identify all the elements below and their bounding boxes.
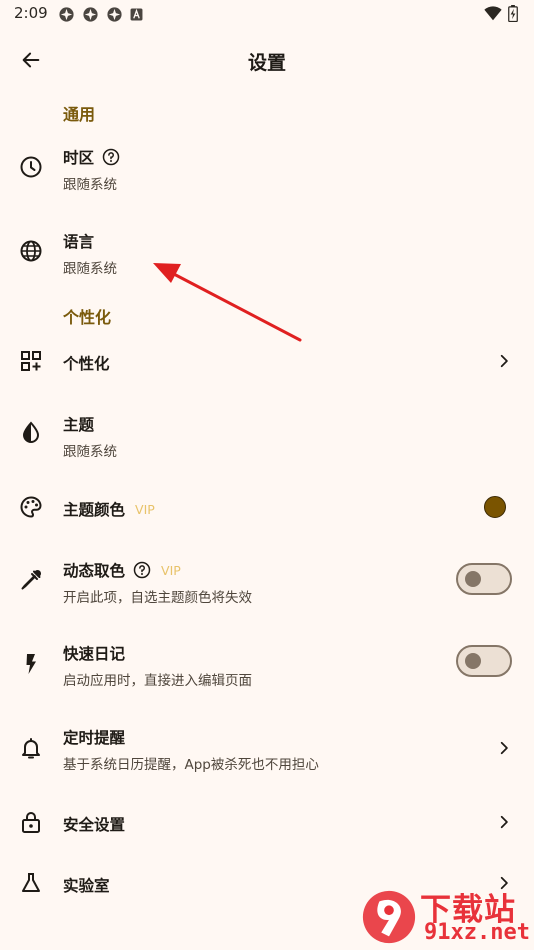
language-title: 语言: [63, 233, 95, 251]
bolt-icon: [18, 651, 44, 677]
contrast-icon: [18, 420, 44, 446]
page-title: 设置: [247, 52, 286, 74]
chevron-right-icon: [496, 814, 512, 830]
notification-app-icon: [83, 7, 98, 22]
theme-title: 主题: [63, 416, 95, 434]
vip-badge: VIP: [161, 562, 181, 578]
palette-icon: [18, 494, 44, 520]
vip-badge: VIP: [135, 501, 155, 517]
quick-diary-subtitle: 启动应用时，直接进入编辑页面: [63, 673, 252, 689]
lock-icon: [18, 809, 44, 835]
section-header-personalization: 个性化: [63, 308, 112, 327]
status-bar: 2:09: [0, 0, 534, 28]
quick-diary-toggle[interactable]: [456, 645, 512, 677]
settings-item-security[interactable]: 安全设置: [0, 798, 534, 848]
status-time: 2:09: [14, 4, 48, 22]
watermark: 下载站 91xz.net: [354, 884, 534, 950]
notification-icons: [58, 6, 143, 23]
battery-icon: [508, 5, 518, 22]
bell-icon: [18, 735, 44, 761]
reminder-title: 定时提醒: [63, 729, 126, 747]
personalize-title: 个性化: [63, 355, 110, 373]
timezone-subtitle: 跟随系统: [63, 177, 117, 193]
help-icon[interactable]: [102, 148, 120, 166]
flask-icon: [18, 870, 44, 896]
timezone-title: 时区: [63, 149, 95, 167]
chevron-right-icon: [496, 740, 512, 756]
settings-item-theme-color[interactable]: 主题颜色 VIP: [0, 484, 534, 530]
theme-color-title: 主题颜色: [63, 501, 126, 519]
dynamic-color-title: 动态取色: [63, 562, 126, 580]
settings-item-personalize[interactable]: 个性化: [0, 334, 534, 390]
eyedropper-icon: [18, 567, 44, 593]
settings-item-reminder[interactable]: 定时提醒 基于系统日历提醒，App被杀死也不用担心: [0, 713, 534, 783]
dynamic-color-toggle[interactable]: [456, 563, 512, 595]
toggle-knob: [465, 653, 481, 669]
lab-title: 实验室: [63, 877, 110, 895]
settings-item-quick-diary[interactable]: 快速日记 启动应用时，直接进入编辑页面: [0, 629, 534, 699]
security-title: 安全设置: [63, 816, 126, 834]
settings-item-language[interactable]: 语言 跟随系统: [0, 216, 534, 286]
section-header-general: 通用: [63, 105, 96, 124]
chevron-right-icon: [496, 353, 512, 369]
notification-a-icon: [130, 8, 143, 21]
dynamic-color-subtitle: 开启此项，自选主题颜色将失效: [63, 590, 252, 606]
clock-icon: [18, 154, 44, 180]
toggle-knob: [465, 571, 481, 587]
language-subtitle: 跟随系统: [63, 261, 117, 277]
settings-item-dynamic-color[interactable]: 动态取色 VIP 开启此项，自选主题颜色将失效: [0, 545, 534, 615]
system-status-icons: [484, 5, 518, 22]
app-bar: 设置: [0, 30, 534, 88]
widgets-icon: [18, 348, 44, 374]
watermark-logo-icon: [362, 890, 416, 944]
theme-color-swatch[interactable]: [484, 496, 506, 518]
help-icon[interactable]: [133, 561, 151, 579]
theme-subtitle: 跟随系统: [63, 444, 117, 460]
settings-item-theme[interactable]: 主题 跟随系统: [0, 400, 534, 470]
settings-item-timezone[interactable]: 时区 跟随系统: [0, 132, 534, 202]
notification-app-icon: [59, 7, 74, 22]
globe-icon: [18, 238, 44, 264]
reminder-subtitle: 基于系统日历提醒，App被杀死也不用担心: [63, 757, 319, 773]
notification-app-icon: [107, 7, 122, 22]
wifi-icon: [484, 6, 502, 21]
watermark-text-bottom: 91xz.net: [424, 920, 530, 945]
quick-diary-title: 快速日记: [63, 645, 126, 663]
